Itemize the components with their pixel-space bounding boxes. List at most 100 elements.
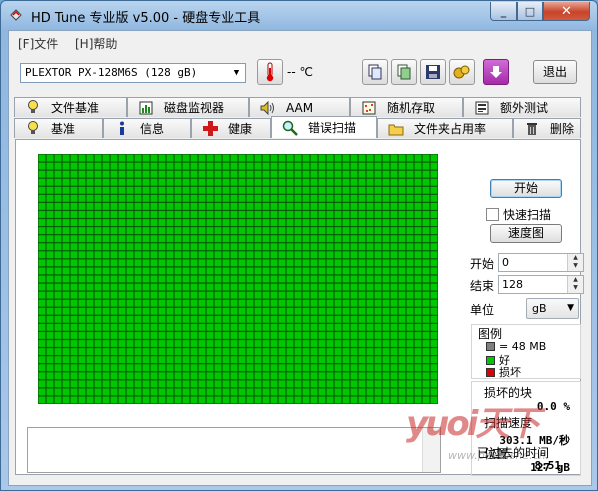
scan-block <box>382 291 390 299</box>
spinner-arrows-icon[interactable]: ▲ ▼ <box>567 276 583 293</box>
scan-block <box>238 243 246 251</box>
quick-scan-checkbox[interactable]: 快速扫描 <box>486 206 551 223</box>
scan-block <box>126 315 134 323</box>
scan-block <box>46 219 54 226</box>
scan-block <box>406 186 414 194</box>
scan-block <box>270 380 278 388</box>
drive-select[interactable]: PLEXTOR PX-128M6S (128 gB) ▼ <box>20 63 246 83</box>
download-button[interactable] <box>483 59 509 85</box>
scan-block <box>126 340 134 347</box>
scan-block <box>238 388 246 396</box>
scan-block <box>46 340 54 347</box>
copy-info-button[interactable] <box>362 59 388 85</box>
start-input[interactable]: 0 ▲ ▼ <box>498 253 584 272</box>
scan-block <box>110 372 118 380</box>
temperature-button[interactable] <box>257 59 283 85</box>
scan-block <box>166 364 174 372</box>
tab-disk-monitor[interactable]: 磁盘监视器 <box>127 97 249 117</box>
scan-block <box>326 275 334 283</box>
tab-label: 文件夹占用率 <box>414 122 487 136</box>
scan-block <box>254 364 262 372</box>
scan-block <box>350 178 358 186</box>
scan-block <box>102 299 110 307</box>
scan-block <box>142 323 150 331</box>
title-bar[interactable]: HD Tune 专业版 v5.00 - 硬盘专业工具 _ □ ✕ <box>1 1 597 29</box>
spinner-arrows-icon[interactable]: ▲ ▼ <box>567 254 583 271</box>
tab-error-scan[interactable]: 错误扫描 <box>271 116 377 138</box>
tab-health[interactable]: 健康 <box>191 118 271 138</box>
tab-file-benchmark[interactable]: 文件基准 <box>14 97 127 117</box>
scan-block <box>310 356 318 364</box>
scan-block <box>334 356 342 364</box>
checkbox-box[interactable] <box>486 208 499 221</box>
save-button[interactable] <box>420 59 446 85</box>
tab-aam[interactable]: AAM <box>249 97 350 117</box>
scan-block <box>398 340 406 347</box>
tab-erase[interactable]: 删除 <box>513 118 581 138</box>
scan-block <box>278 243 286 251</box>
scan-block <box>238 356 246 364</box>
maximize-button[interactable]: □ <box>517 2 543 21</box>
scan-block <box>310 243 318 251</box>
scan-block <box>158 194 166 202</box>
scan-block <box>230 267 238 275</box>
scan-block <box>150 275 158 283</box>
scan-log[interactable] <box>27 427 441 473</box>
tab-extra-tests[interactable]: 额外测试 <box>463 97 581 117</box>
scan-block <box>350 388 358 396</box>
scan-block <box>382 323 390 331</box>
scan-block <box>110 186 118 194</box>
scan-block <box>238 283 246 291</box>
scan-block <box>190 291 198 299</box>
scan-block <box>350 348 358 356</box>
scan-block <box>286 235 294 243</box>
speed-map-button[interactable]: 速度图 <box>490 224 562 243</box>
scan-block <box>54 202 62 210</box>
tab-benchmark[interactable]: 基准 <box>14 118 103 138</box>
start-scan-button[interactable]: 开始 <box>490 179 562 198</box>
scan-block <box>230 194 238 202</box>
scan-block <box>286 307 294 315</box>
menu-file[interactable]: [F]文件 <box>18 35 58 52</box>
scan-block <box>246 194 254 202</box>
scan-block <box>318 307 326 315</box>
scan-block <box>206 332 214 339</box>
scan-block <box>110 332 118 339</box>
scan-block <box>246 227 254 235</box>
scan-block <box>118 194 126 202</box>
scan-block <box>206 267 214 275</box>
exit-button[interactable]: 退出 <box>533 60 577 84</box>
scan-block <box>174 154 182 162</box>
copy-screenshot-button[interactable] <box>391 59 417 85</box>
scan-block <box>110 162 118 170</box>
scan-block <box>118 251 126 259</box>
tab-folder-usage[interactable]: 文件夹占用率 <box>377 118 513 138</box>
end-input[interactable]: 128 ▲ ▼ <box>498 275 584 294</box>
tab-info[interactable]: 信息 <box>103 118 191 138</box>
scan-block <box>206 283 214 291</box>
scan-block <box>430 154 438 162</box>
scan-block <box>382 348 390 356</box>
tab-random-access[interactable]: 随机存取 <box>350 97 463 117</box>
close-button[interactable]: ✕ <box>543 2 590 21</box>
scan-block <box>54 340 62 347</box>
minimize-button[interactable]: _ <box>490 2 517 21</box>
elapsed-value: 8:51 <box>534 459 562 472</box>
scan-block <box>334 251 342 259</box>
scan-block <box>294 211 302 218</box>
scan-block <box>174 372 182 380</box>
unit-select[interactable]: gB ▼ <box>526 298 579 319</box>
menu-help[interactable]: [H]帮助 <box>75 35 117 52</box>
scan-block <box>134 154 142 162</box>
scan-block <box>166 348 174 356</box>
scan-block <box>182 235 190 243</box>
scan-block <box>182 219 190 226</box>
scan-block <box>270 388 278 396</box>
scan-block <box>86 299 94 307</box>
scan-block <box>182 178 190 186</box>
scan-block <box>326 162 334 170</box>
scan-block <box>126 299 134 307</box>
scan-block <box>318 194 326 202</box>
scan-block <box>326 267 334 275</box>
options-button[interactable] <box>449 59 475 85</box>
